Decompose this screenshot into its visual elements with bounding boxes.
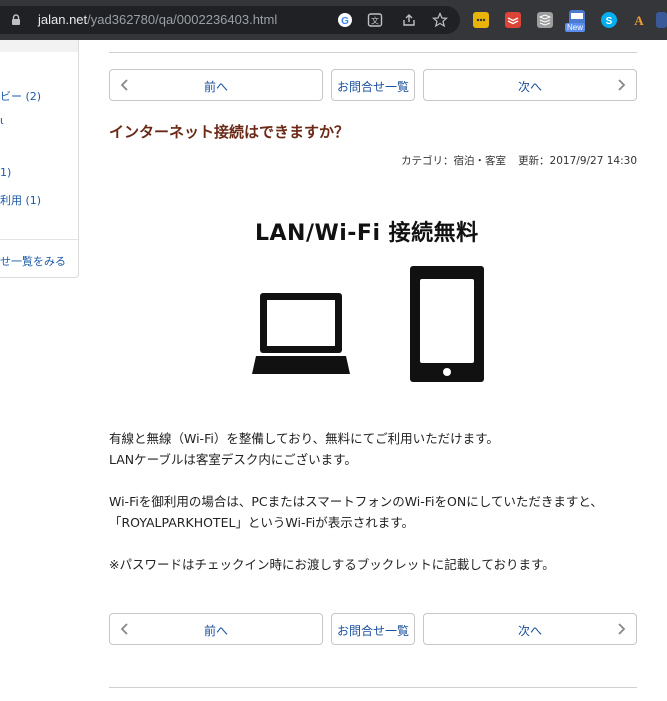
answer-line: 「ROYALPARKHOTEL」というWi-Fiが表示されます。 xyxy=(109,515,415,530)
top-divider xyxy=(109,52,637,53)
sidebar-see-all-link[interactable]: せ一覧をみる xyxy=(0,253,66,269)
svg-text:文: 文 xyxy=(371,16,379,26)
url-path: /yad362780/qa/0002236403.html xyxy=(87,12,278,27)
google-icon[interactable]: G xyxy=(337,12,353,28)
sidebar-link-2[interactable]: ι xyxy=(0,114,4,127)
bookmark-star-icon[interactable] xyxy=(432,12,448,28)
svg-text:A: A xyxy=(634,13,644,28)
extension-font-icon[interactable]: A xyxy=(631,12,647,28)
question-updated: 更新：2017/9/27 14:30 xyxy=(518,155,637,167)
sidebar-panel: ビー (2) ι 1) 利用 (1) せ一覧をみる xyxy=(0,40,79,278)
prev-button-label: 前へ xyxy=(203,80,228,94)
lock-icon xyxy=(12,14,20,25)
svg-text:S: S xyxy=(606,16,613,27)
question-category: カテゴリ：宿泊・客室 xyxy=(401,155,507,167)
extension-layers-icon[interactable] xyxy=(537,12,553,28)
answer-line: ※パスワードはチェックイン時にお渡しするブックレットに記載しております。 xyxy=(109,557,555,572)
extension-skype-icon[interactable]: S xyxy=(601,12,617,28)
inquiry-list-button-bottom[interactable]: お問合せ一覧 xyxy=(331,613,415,645)
next-button-bottom[interactable]: 次へ xyxy=(423,613,637,645)
prev-button-bottom[interactable]: 前へ xyxy=(109,613,323,645)
sidebar-link-4[interactable]: 利用 (1) xyxy=(0,192,41,208)
question-title: インターネット接続はできますか？ xyxy=(109,123,350,141)
prev-button-top[interactable]: 前へ xyxy=(109,69,323,101)
chevron-right-icon xyxy=(618,623,626,635)
sidebar-header-strip xyxy=(0,40,78,52)
bottom-divider xyxy=(109,687,637,688)
prev-button-label: 前へ xyxy=(203,624,228,638)
extension-new-badge: New xyxy=(565,23,586,32)
next-button-top[interactable]: 次へ xyxy=(423,69,637,101)
extension-facebook-icon[interactable] xyxy=(656,12,667,28)
sidebar-link-1[interactable]: ビー (2) xyxy=(0,88,41,104)
address-bar[interactable]: jalan.net/yad362780/qa/0002236403.html G… xyxy=(0,6,460,34)
sidebar-link-3[interactable]: 1) xyxy=(0,166,11,179)
smartphone-icon xyxy=(410,266,484,382)
answer-line xyxy=(109,470,603,491)
inquiry-list-button-top[interactable]: お問合せ一覧 xyxy=(331,69,415,101)
answer-body: 有線と無線（Wi-Fi）を整備しており、無料にてご利用いただけます。 LANケー… xyxy=(109,428,603,575)
inquiry-list-label: お問合せ一覧 xyxy=(336,624,409,638)
answer-line: Wi-Fiを御利用の場合は、PCまたはスマートフォンのWi-FiをONにしていた… xyxy=(109,494,603,509)
next-button-label: 次へ xyxy=(517,80,542,94)
laptop-icon xyxy=(252,293,350,374)
browser-toolbar: jalan.net/yad362780/qa/0002236403.html G… xyxy=(0,0,667,40)
url-text[interactable]: jalan.net/yad362780/qa/0002236403.html xyxy=(38,12,277,27)
wifi-banner-heading: LAN/Wi-Fi 接続無料 xyxy=(255,221,479,246)
question-meta: カテゴリ：宿泊・客室 更新：2017/9/27 14:30 xyxy=(401,153,637,168)
translate-icon[interactable]: 文 xyxy=(367,12,383,28)
next-button-label: 次へ xyxy=(517,624,542,638)
extension-todoist-icon[interactable] xyxy=(505,12,521,28)
answer-line: LANケーブルは客室デスク内にございます。 xyxy=(109,452,357,467)
extension-notes-icon[interactable] xyxy=(473,12,489,28)
url-host: jalan.net xyxy=(38,12,88,27)
svg-text:G: G xyxy=(341,16,349,27)
answer-line: 有線と無線（Wi-Fi）を整備しており、無料にてご利用いただけます。 xyxy=(109,431,499,446)
chevron-right-icon xyxy=(618,79,626,91)
sidebar-divider xyxy=(0,239,78,240)
share-icon[interactable] xyxy=(401,12,417,28)
inquiry-list-label: お問合せ一覧 xyxy=(336,80,409,94)
answer-line xyxy=(109,533,603,554)
